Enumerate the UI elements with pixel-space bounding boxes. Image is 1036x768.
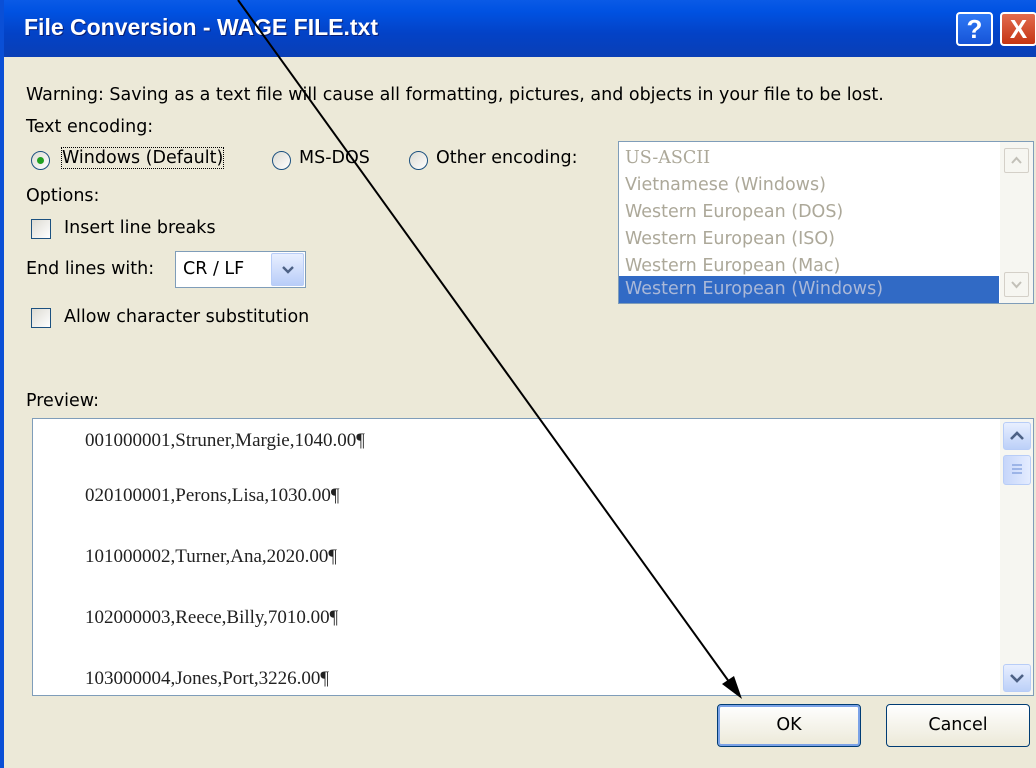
- encoding-list-item-selected[interactable]: Western European (Windows): [619, 276, 999, 303]
- radio-selected-dot: [37, 157, 44, 164]
- scroll-thumb[interactable]: [1003, 455, 1031, 485]
- scroll-down-button[interactable]: [1004, 272, 1029, 297]
- preview-scrollbar[interactable]: [1000, 419, 1033, 695]
- chevron-down-icon: [1011, 281, 1022, 289]
- insert-line-breaks-checkbox[interactable]: [31, 219, 51, 239]
- encoding-listbox[interactable]: US-ASCII Vietnamese (Windows) Western Eu…: [618, 141, 1034, 304]
- cancel-button[interactable]: Cancel: [886, 704, 1030, 747]
- text-encoding-label: Text encoding:: [26, 117, 154, 137]
- preview-line: 020100001,Perons,Lisa,1030.00¶: [85, 485, 340, 506]
- scroll-up-button[interactable]: [1004, 148, 1029, 173]
- allow-substitution-label[interactable]: Allow character substitution: [64, 307, 309, 327]
- chevron-up-icon: [1011, 156, 1022, 164]
- warning-text: Warning: Saving as a text file will caus…: [26, 85, 884, 105]
- preview-line: 103000004,Jones,Port,3226.00¶: [85, 668, 330, 689]
- radio-other-encoding-label[interactable]: Other encoding:: [436, 148, 578, 168]
- encoding-list-item[interactable]: Western European (DOS): [619, 199, 999, 226]
- radio-other-encoding[interactable]: [409, 151, 428, 170]
- scroll-up-button[interactable]: [1003, 422, 1031, 450]
- allow-substitution-checkbox[interactable]: [31, 308, 51, 328]
- preview-label: Preview:: [26, 391, 100, 411]
- help-button[interactable]: ?: [956, 12, 993, 46]
- radio-ms-dos[interactable]: [272, 151, 291, 170]
- title-bar[interactable]: File Conversion - WAGE FILE.txt ? X: [4, 0, 1036, 57]
- preview-line: 001000001,Struner,Margie,1040.00¶: [85, 430, 365, 451]
- help-icon: ?: [966, 14, 983, 44]
- preview-box[interactable]: 001000001,Struner,Margie,1040.00¶ 020100…: [32, 418, 1034, 696]
- grip-icon: [1012, 464, 1022, 474]
- encoding-list-scrollbar[interactable]: [1000, 142, 1033, 303]
- ok-button[interactable]: OK: [717, 704, 861, 747]
- radio-windows-default[interactable]: [31, 151, 50, 170]
- preview-line: 102000003,Reece,Billy,7010.00¶: [85, 607, 339, 628]
- options-label: Options:: [26, 186, 100, 206]
- encoding-list-item[interactable]: Western European (ISO): [619, 226, 999, 253]
- end-lines-label: End lines with:: [26, 259, 155, 279]
- radio-windows-default-label[interactable]: Windows (Default): [60, 147, 225, 169]
- file-conversion-dialog: File Conversion - WAGE FILE.txt ? X Warn…: [0, 0, 1036, 768]
- radio-ms-dos-label[interactable]: MS-DOS: [299, 148, 370, 168]
- scroll-down-button[interactable]: [1003, 664, 1031, 692]
- end-lines-value: CR / LF: [183, 259, 245, 279]
- close-icon: X: [1009, 14, 1028, 44]
- end-lines-select[interactable]: CR / LF: [175, 251, 306, 288]
- insert-line-breaks-label[interactable]: Insert line breaks: [64, 218, 216, 238]
- preview-line: 101000002,Turner,Ana,2020.00¶: [85, 546, 338, 567]
- close-button[interactable]: X: [1000, 12, 1036, 46]
- chevron-up-icon: [1010, 431, 1024, 440]
- chevron-down-icon: [1010, 674, 1024, 683]
- end-lines-dropdown-button[interactable]: [271, 253, 304, 286]
- dialog-title: File Conversion - WAGE FILE.txt: [24, 14, 378, 40]
- encoding-list-item[interactable]: US-ASCII: [619, 145, 999, 172]
- encoding-list-item[interactable]: Vietnamese (Windows): [619, 172, 999, 199]
- chevron-down-icon: [282, 266, 294, 274]
